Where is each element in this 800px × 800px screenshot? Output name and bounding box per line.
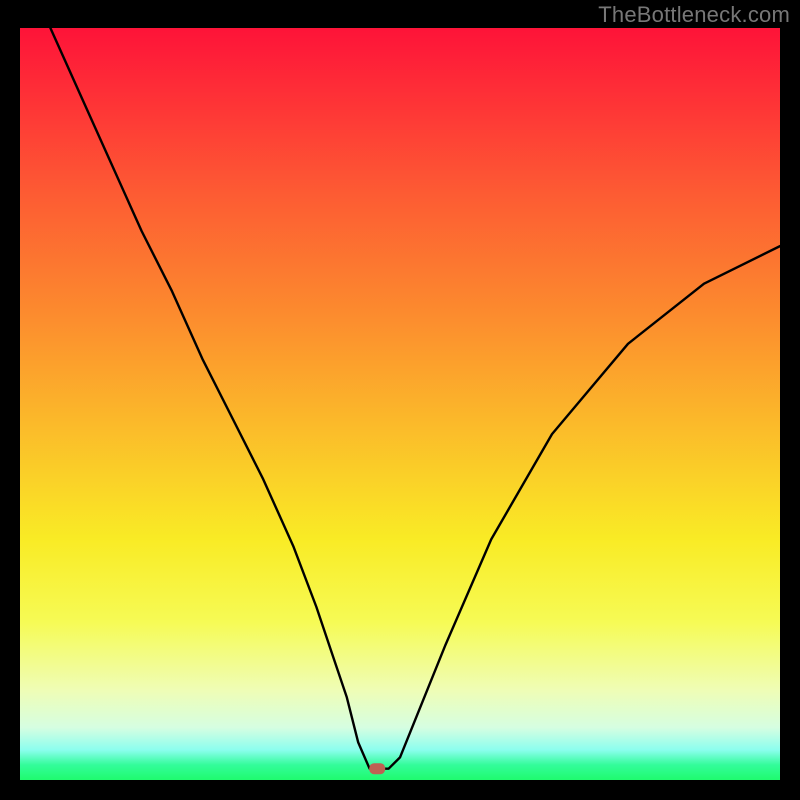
curve-svg <box>20 28 780 780</box>
watermark-text: TheBottleneck.com <box>598 2 790 28</box>
plot-area <box>20 28 780 780</box>
chart-container: TheBottleneck.com <box>0 0 800 800</box>
bottleneck-curve <box>50 28 780 769</box>
optimum-marker <box>369 763 385 774</box>
